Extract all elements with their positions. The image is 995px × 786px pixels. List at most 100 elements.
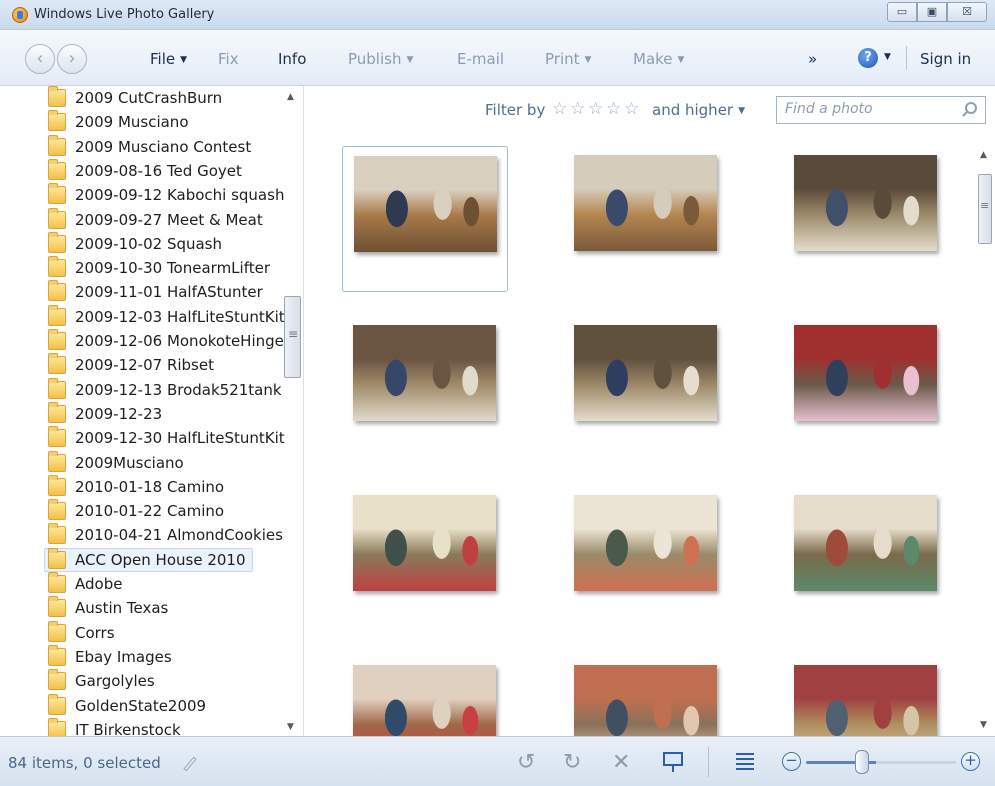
menu-print[interactable]: Print ▼: [545, 50, 591, 68]
folder-item[interactable]: 2009-10-30 TonearmLifter: [48, 256, 270, 280]
folder-item[interactable]: 2009 CutCrashBurn: [48, 86, 222, 110]
photo-thumbnail[interactable]: [342, 316, 508, 462]
folder-item[interactable]: GoldenState2009: [48, 693, 206, 718]
photo-thumbnail[interactable]: [783, 486, 949, 632]
menu-email[interactable]: E-mail: [457, 50, 504, 68]
status-bar: 84 items, 0 selected ↺ ↻ ✕ − +: [0, 736, 995, 786]
back-button[interactable]: ‹: [25, 44, 55, 74]
scroll-up-arrow-icon[interactable]: ▲: [980, 150, 987, 160]
star-icon[interactable]: ☆: [570, 99, 588, 119]
folder-item[interactable]: Adobe: [48, 572, 122, 596]
photo-thumbnail[interactable]: [783, 656, 949, 736]
zoom-slider-handle[interactable]: [854, 750, 869, 774]
folder-tree-scrollbar[interactable]: ▲ ▼: [283, 86, 301, 736]
scroll-down-arrow-icon[interactable]: ▼: [287, 722, 294, 732]
folder-item[interactable]: 2009-12-13 Brodak521tank: [48, 377, 282, 402]
folder-item[interactable]: 2009-08-16 Ted Goyet: [48, 158, 242, 183]
folder-icon: [48, 183, 66, 205]
zoom-slider-track[interactable]: [806, 761, 956, 764]
rotate-right-icon[interactable]: ↻: [563, 750, 581, 775]
photo-thumbnail[interactable]: [783, 146, 949, 292]
photo-thumbnail[interactable]: [563, 656, 729, 736]
details-view-icon[interactable]: [736, 752, 754, 770]
photo-thumbnail[interactable]: [342, 656, 508, 736]
folder-label: 2009 Musciano Contest: [75, 137, 252, 156]
folder-item[interactable]: 2009-09-12 Kabochi squash: [48, 183, 284, 207]
folder-label: 2010-01-18 Camino: [75, 477, 225, 496]
photo-thumbnail[interactable]: [783, 316, 949, 462]
folder-item[interactable]: 2009 Musciano: [48, 110, 189, 134]
folder-icon: [48, 547, 66, 569]
menu-publish[interactable]: Publish ▼: [348, 50, 413, 68]
folder-item[interactable]: 2010-04-21 AlmondCookies: [48, 523, 283, 547]
folder-label: 2009-11-01 HalfAStunter: [75, 283, 263, 302]
photo-thumbnail[interactable]: [342, 146, 508, 292]
folder-item[interactable]: 2009-09-27 Meet & Meat: [48, 207, 263, 232]
photo-thumbnail[interactable]: [563, 316, 729, 462]
search-box[interactable]: [776, 96, 986, 124]
star-icon[interactable]: ☆: [606, 99, 624, 119]
photo-group-1: [353, 665, 496, 736]
star-icon[interactable]: ☆: [552, 99, 570, 119]
zoom-in-button[interactable]: +: [961, 752, 980, 771]
folder-item[interactable]: Gargolyles: [48, 669, 155, 693]
folder-label: 2009 Musciano: [75, 113, 189, 132]
folder-item[interactable]: 2009-10-02 Squash: [48, 231, 222, 256]
help-icon[interactable]: ?: [858, 48, 878, 68]
forward-button[interactable]: ›: [57, 44, 87, 74]
slideshow-icon[interactable]: [663, 752, 683, 772]
chevron-down-icon: ▼: [584, 55, 592, 65]
folder-item[interactable]: 2009-12-06 MonokoteHinge: [48, 329, 284, 353]
folder-item[interactable]: ACC Open House 2010: [44, 547, 253, 572]
photo-grid-scroll-thumb[interactable]: [978, 174, 992, 244]
folder-item[interactable]: 2009-12-30 HalfLiteStuntKit: [48, 426, 285, 450]
menu-info[interactable]: Info: [278, 50, 306, 68]
folder-item[interactable]: Ebay Images: [48, 644, 172, 669]
zoom-out-button[interactable]: −: [782, 752, 801, 771]
folder-item[interactable]: 2009-12-07 Ribset: [48, 353, 214, 377]
minimize-button[interactable]: ▭: [887, 2, 917, 22]
folder-item[interactable]: Austin Texas: [48, 596, 168, 620]
menu-fix[interactable]: Fix: [218, 50, 239, 68]
folder-label: 2009-12-23: [75, 404, 163, 423]
maximize-button[interactable]: ▣: [917, 2, 947, 22]
rating-filter-dropdown[interactable]: and higher ▼: [652, 101, 745, 119]
folder-icon: [48, 377, 66, 399]
folder-item[interactable]: IT Birkenstock: [48, 717, 181, 736]
close-button[interactable]: ☒: [947, 2, 987, 22]
folder-item[interactable]: 2010-01-22 Camino: [48, 499, 224, 523]
rotate-left-icon[interactable]: ↺: [517, 750, 535, 775]
folder-item[interactable]: 2009-12-23: [48, 401, 163, 426]
folder-item[interactable]: Corrs: [48, 620, 115, 645]
photo-thumbnail[interactable]: [563, 486, 729, 632]
photo-grid: [305, 134, 995, 736]
photo-grid-scrollbar[interactable]: ▲ ▼: [976, 140, 994, 736]
folder-item[interactable]: 2009 Musciano Contest: [48, 134, 252, 159]
scroll-down-arrow-icon[interactable]: ▼: [980, 720, 987, 730]
delete-icon[interactable]: ✕: [612, 750, 630, 775]
pencil-icon[interactable]: [183, 756, 197, 772]
folder-icon: [48, 353, 66, 375]
sign-in-link[interactable]: Sign in: [920, 50, 971, 68]
menu-make[interactable]: Make ▼: [633, 50, 684, 68]
folder-tree-scroll-thumb[interactable]: [284, 296, 301, 378]
scroll-up-arrow-icon[interactable]: ▲: [287, 92, 294, 102]
help-dropdown-chevron-icon[interactable]: ▼: [884, 52, 891, 62]
menu-file[interactable]: File ▼: [150, 50, 187, 68]
rating-filter-stars[interactable]: ☆ ☆ ☆ ☆ ☆: [552, 99, 642, 119]
folder-item[interactable]: 2009-11-01 HalfAStunter: [48, 280, 263, 304]
photo-dance-class-1: [354, 156, 497, 252]
chevron-down-icon: ▼: [406, 55, 414, 65]
folder-item[interactable]: 2009-12-03 HalfLiteStuntKit: [48, 304, 285, 329]
overflow-chevron-icon[interactable]: »: [808, 50, 817, 68]
search-input[interactable]: [785, 101, 955, 117]
star-icon[interactable]: ☆: [624, 99, 642, 119]
folder-item[interactable]: 2010-01-18 Camino: [48, 474, 225, 499]
photo-thumbnail[interactable]: [342, 486, 508, 632]
star-icon[interactable]: ☆: [588, 99, 606, 119]
folder-item[interactable]: 2009Musciano: [48, 450, 184, 475]
search-icon[interactable]: [965, 102, 977, 114]
folder-label: 2009-10-30 TonearmLifter: [75, 259, 270, 278]
folder-label: 2010-04-21 AlmondCookies: [75, 526, 283, 545]
photo-thumbnail[interactable]: [563, 146, 729, 292]
